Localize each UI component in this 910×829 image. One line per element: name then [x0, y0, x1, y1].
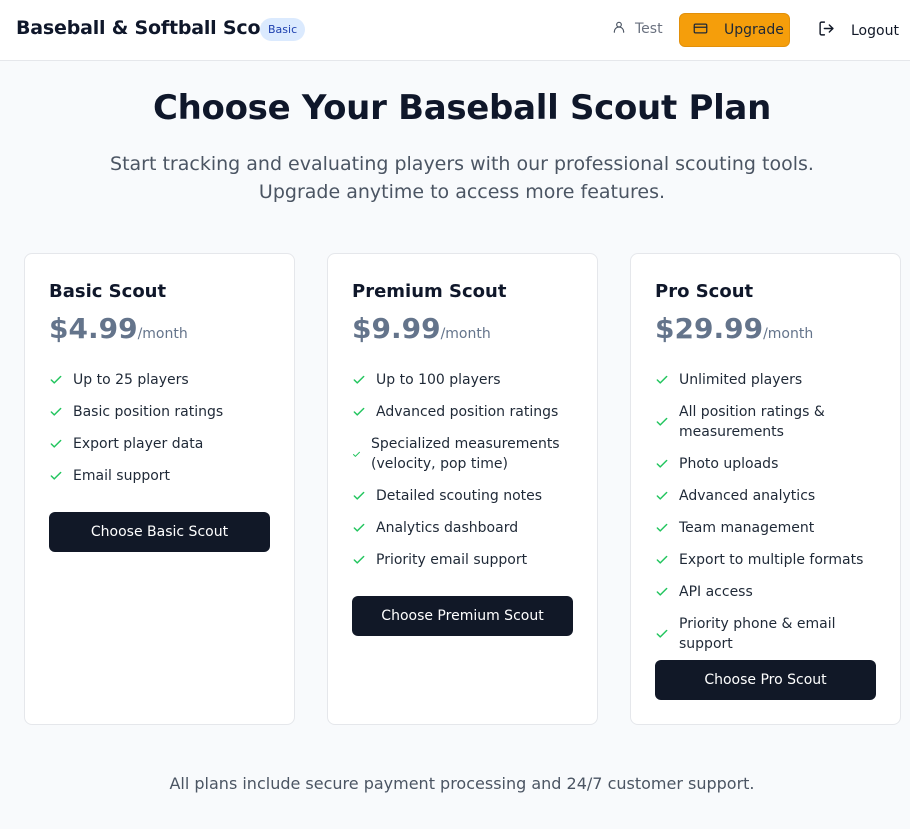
feature-text: Analytics dashboard [376, 520, 519, 536]
user-icon [612, 20, 635, 38]
logout-label: Logout [851, 22, 899, 39]
feature-text: Detailed scouting notes [376, 488, 543, 504]
feature-text: Photo uploads [679, 456, 779, 472]
check-icon [655, 457, 669, 471]
check-icon [49, 437, 63, 451]
logout-button[interactable]: Logout [818, 20, 899, 41]
check-icon [352, 489, 366, 503]
credit-card-icon [693, 21, 724, 40]
price-period: /month [137, 326, 188, 342]
plan-card-premium: Premium Scout $9.99/month Up to 100 play… [327, 253, 598, 725]
plan-card-pro: Pro Scout $29.99/month Unlimited players… [630, 253, 901, 725]
feature-item: Team management [655, 518, 885, 538]
check-icon [49, 373, 63, 387]
feature-item: Basic position ratings [49, 402, 279, 422]
feature-item: Export to multiple formats [655, 550, 885, 570]
choose-premium-button[interactable]: Choose Premium Scout [352, 596, 573, 636]
top-nav: Baseball & Softball Scout Basic Test Upg… [0, 0, 910, 61]
choose-pro-button[interactable]: Choose Pro Scout [655, 660, 876, 700]
check-icon [655, 521, 669, 535]
upgrade-button[interactable]: Upgrade [679, 13, 790, 47]
feature-item: Email support [49, 466, 279, 486]
price-amount: $4.99 [49, 312, 138, 345]
app-title[interactable]: Baseball & Softball Scout [16, 17, 283, 39]
price-amount: $9.99 [352, 312, 441, 345]
page-title: Choose Your Baseball Scout Plan [153, 88, 771, 128]
check-icon [352, 373, 366, 387]
feature-text: Advanced position ratings [376, 404, 559, 420]
feature-item: Advanced position ratings [352, 402, 582, 422]
feature-text: Advanced analytics [679, 488, 816, 504]
check-icon [655, 553, 669, 567]
feature-item: Advanced analytics [655, 486, 885, 506]
plan-price: $29.99/month [655, 312, 813, 345]
feature-text: Unlimited players [679, 372, 803, 388]
check-icon [655, 373, 669, 387]
page-subtitle: Start tracking and evaluating players wi… [0, 150, 910, 206]
feature-text: API access [679, 584, 753, 600]
plan-price: $4.99/month [49, 312, 188, 345]
feature-text: Up to 25 players [73, 372, 189, 388]
feature-item: Analytics dashboard [352, 518, 582, 538]
feature-list: Up to 100 players Advanced position rati… [352, 370, 582, 582]
plan-badge: Basic [260, 18, 306, 41]
feature-item: API access [655, 582, 885, 602]
feature-item: Detailed scouting notes [352, 486, 582, 506]
logout-icon [818, 20, 851, 41]
plan-name: Pro Scout [655, 281, 754, 302]
check-icon [352, 521, 366, 535]
subtitle-line: Upgrade anytime to access more features. [258, 181, 666, 203]
feature-item: Up to 25 players [49, 370, 279, 390]
feature-text: Specialized measurements (velocity, pop … [371, 436, 560, 472]
feature-text: Export to multiple formats [679, 552, 864, 568]
check-icon [49, 405, 63, 419]
plan-card-basic: Basic Scout $4.99/month Up to 25 players… [24, 253, 295, 725]
feature-item: Unlimited players [655, 370, 885, 390]
check-icon [352, 450, 361, 459]
check-icon [49, 469, 63, 483]
price-amount: $29.99 [655, 312, 764, 345]
check-icon [655, 627, 669, 641]
feature-text: Up to 100 players [376, 372, 501, 388]
price-period: /month [763, 326, 814, 342]
feature-list: Up to 25 players Basic position ratings … [49, 370, 279, 498]
check-icon [352, 405, 366, 419]
user-name: Test [635, 21, 663, 37]
check-icon [655, 489, 669, 503]
feature-item: Priority phone & email support [655, 614, 885, 654]
plan-name: Basic Scout [49, 281, 167, 302]
feature-text: Export player data [73, 436, 204, 452]
footer-note: All plans include secure payment process… [169, 774, 755, 793]
plan-price: $9.99/month [352, 312, 491, 345]
price-period: /month [440, 326, 491, 342]
user-menu[interactable]: Test [612, 20, 663, 38]
subtitle-line: Start tracking and evaluating players wi… [110, 153, 814, 175]
feature-item: Priority email support [352, 550, 582, 570]
feature-text: Priority phone & email support [679, 616, 836, 652]
feature-item: Export player data [49, 434, 279, 454]
feature-text: Priority email support [376, 552, 528, 568]
plan-name: Premium Scout [352, 281, 507, 302]
upgrade-label: Upgrade [724, 22, 784, 38]
feature-text: Team management [679, 520, 815, 536]
check-icon [352, 553, 366, 567]
feature-item: Specialized measurements (velocity, pop … [352, 434, 582, 474]
check-icon [655, 585, 669, 599]
feature-item: Up to 100 players [352, 370, 582, 390]
feature-text: Email support [73, 468, 171, 484]
check-icon [655, 415, 669, 429]
feature-text: All position ratings & measurements [679, 404, 825, 440]
choose-basic-button[interactable]: Choose Basic Scout [49, 512, 270, 552]
feature-list: Unlimited players All position ratings &… [655, 370, 885, 666]
feature-item: All position ratings & measurements [655, 402, 885, 442]
feature-item: Photo uploads [655, 454, 885, 474]
feature-text: Basic position ratings [73, 404, 224, 420]
